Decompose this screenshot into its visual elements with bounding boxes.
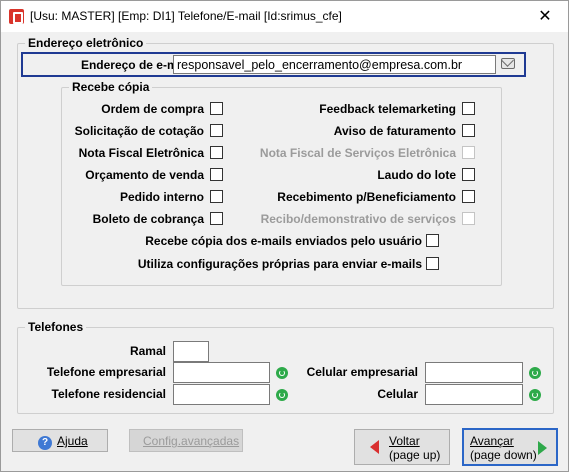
option-label: Pedido interno: [120, 190, 204, 204]
envelope-icon[interactable]: [501, 58, 515, 69]
recibo-demonstrativo-checkbox: [462, 212, 475, 225]
help-button[interactable]: ? Ajuda: [12, 429, 108, 452]
back-button-shortcut: (page up): [389, 448, 441, 462]
nfse-checkbox: [462, 146, 475, 159]
recebimento-beneficiamento-checkbox[interactable]: [462, 190, 475, 203]
advanced-config-button: Config.avançadas: [129, 429, 243, 452]
option-label: Recebe cópia dos e-mails enviados pelo u…: [145, 234, 422, 248]
arrow-left-icon: [370, 440, 379, 454]
tel-empresarial-label: Telefone empresarial: [46, 365, 166, 379]
dialog-window: [Usu: MASTER] [Emp: DI1] Telefone/E-mail…: [0, 0, 569, 472]
option-label: Recibo/demonstrativo de serviços: [260, 212, 456, 226]
option-label: Ordem de compra: [101, 102, 204, 116]
app-icon: [9, 9, 24, 24]
next-button[interactable]: Avançar (page down): [462, 428, 558, 466]
config-proprias-checkbox[interactable]: [426, 257, 439, 270]
option-label: Nota Fiscal de Serviços Eletrônica: [259, 146, 456, 160]
laudo-lote-checkbox[interactable]: [462, 168, 475, 181]
copy-group-title: Recebe cópia: [69, 80, 153, 94]
back-button[interactable]: Voltar (page up): [354, 429, 450, 465]
whatsapp-icon[interactable]: [529, 389, 541, 401]
back-button-label: Voltar: [389, 434, 420, 448]
boleto-cobranca-checkbox[interactable]: [210, 212, 223, 225]
window-title: [Usu: MASTER] [Emp: DI1] Telefone/E-mail…: [30, 9, 342, 23]
option-label: Recebimento p/Beneficiamento: [277, 190, 456, 204]
ramal-input[interactable]: [173, 341, 209, 362]
close-button[interactable]: ✕: [522, 1, 568, 32]
cel-empresarial-label: Celular empresarial: [306, 365, 418, 379]
pedido-interno-checkbox[interactable]: [210, 190, 223, 203]
tel-residencial-input[interactable]: [173, 384, 270, 405]
help-button-label: Ajuda: [57, 434, 88, 448]
phones-group-title: Telefones: [25, 320, 87, 334]
arrow-right-icon: [538, 441, 547, 455]
whatsapp-icon[interactable]: [276, 389, 288, 401]
option-label: Solicitação de cotação: [74, 124, 204, 138]
feedback-telemarketing-checkbox[interactable]: [462, 102, 475, 115]
option-label: Laudo do lote: [377, 168, 456, 182]
whatsapp-icon[interactable]: [276, 367, 288, 379]
email-group-title: Endereço eletrônico: [25, 36, 147, 50]
email-input[interactable]: [173, 55, 496, 74]
ramal-label: Ramal: [129, 344, 166, 358]
nfe-checkbox[interactable]: [210, 146, 223, 159]
option-label: Feedback telemarketing: [319, 102, 456, 116]
option-label: Nota Fiscal Eletrônica: [78, 146, 204, 160]
copia-emails-usuario-checkbox[interactable]: [426, 234, 439, 247]
cel-empresarial-input[interactable]: [425, 362, 523, 383]
advanced-config-label: Config.avançadas: [143, 434, 240, 448]
next-button-shortcut: (page down): [470, 448, 537, 462]
celular-input[interactable]: [425, 384, 523, 405]
celular-label: Celular: [377, 387, 418, 401]
option-label: Boleto de cobrança: [92, 212, 204, 226]
option-label: Utiliza configurações próprias para envi…: [137, 257, 422, 271]
tel-empresarial-input[interactable]: [173, 362, 270, 383]
next-button-label: Avançar: [470, 434, 514, 448]
email-row: Endereço de e-mail: [21, 52, 526, 77]
orcamento-venda-checkbox[interactable]: [210, 168, 223, 181]
title-bar: [Usu: MASTER] [Emp: DI1] Telefone/E-mail…: [1, 1, 568, 32]
whatsapp-icon[interactable]: [529, 367, 541, 379]
aviso-faturamento-checkbox[interactable]: [462, 124, 475, 137]
ordem-compra-checkbox[interactable]: [210, 102, 223, 115]
help-icon: ?: [38, 436, 52, 450]
option-label: Orçamento de venda: [85, 168, 204, 182]
solicitacao-cotacao-checkbox[interactable]: [210, 124, 223, 137]
option-label: Aviso de faturamento: [333, 124, 456, 138]
tel-residencial-label: Telefone residencial: [51, 387, 167, 401]
